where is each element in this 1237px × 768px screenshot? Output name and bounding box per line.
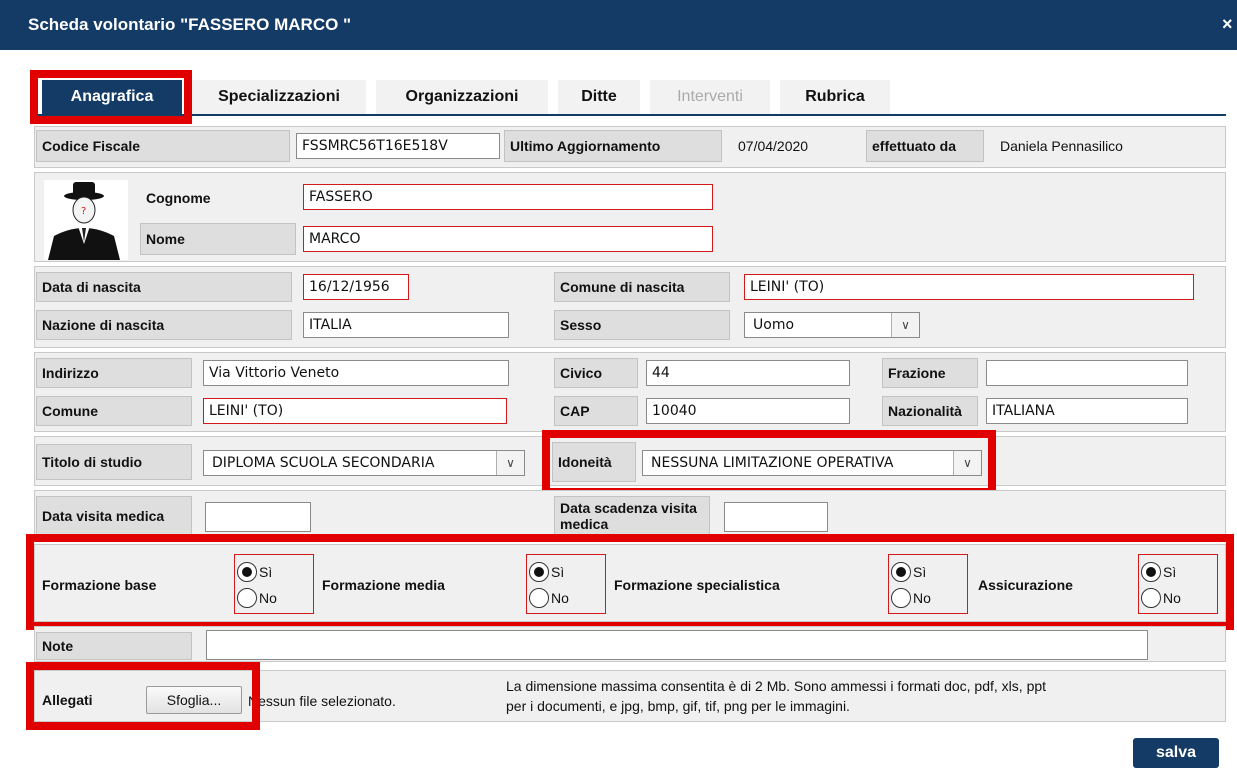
assicurazione-no[interactable]: No [1141,587,1219,609]
radio-unchecked-icon [1141,588,1161,608]
radio-checked-icon [237,562,257,582]
codice-fiscale-label: Codice Fiscale [36,130,290,162]
tab-interventi: Interventi [650,80,770,114]
formazione-base-radio-group: Sì No [234,554,314,614]
nazionalita-label: Nazionalità [882,396,978,426]
formazione-media-radio-group: Sì No [526,554,606,614]
formazione-media-yes[interactable]: Sì [529,561,607,583]
yes-label: Sì [259,564,273,580]
assicurazione-label: Assicurazione [978,577,1073,593]
nome-field[interactable]: MARCO [303,226,713,252]
attachments-info-line1: La dimensione massima consentita è di 2 … [506,678,1047,694]
file-status: Nessun file selezionato. [248,693,396,709]
assicurazione-yes[interactable]: Sì [1141,561,1219,583]
no-label: No [259,590,277,606]
radio-unchecked-icon [237,588,257,608]
nome-label: Nome [140,223,296,255]
avatar: ? [44,180,128,260]
save-button[interactable]: salva [1133,738,1219,768]
tab-ditte[interactable]: Ditte [558,80,640,114]
yes-label: Sì [913,564,927,580]
attachments-info-line2: per i documenti, e jpg, bmp, gif, tif, p… [506,698,850,714]
yes-label: Sì [1163,564,1177,580]
idoneita-value: NESSUNA LIMITAZIONE OPERATIVA [651,455,894,471]
radio-checked-icon [891,562,911,582]
effettuato-da-label: effettuato da [866,130,984,162]
ultimo-aggiornamento-value: 07/04/2020 [738,138,809,154]
indirizzo-label: Indirizzo [36,358,192,388]
no-label: No [1163,590,1181,606]
chevron-down-icon: ∨ [891,313,919,337]
sesso-select[interactable]: Uomo ∨ [744,312,920,338]
cap-field[interactable]: 10040 [646,398,850,424]
sfoglia-button[interactable]: Sfoglia... [146,686,242,714]
cap-label: CAP [554,396,638,426]
frazione-label: Frazione [882,358,978,388]
data-visita-medica-field[interactable] [205,502,311,532]
nazionalita-field[interactable]: ITALIANA [986,398,1188,424]
window-titlebar: Scheda volontario "FASSERO MARCO " × [0,0,1237,50]
idoneita-select[interactable]: NESSUNA LIMITAZIONE OPERATIVA ∨ [642,450,982,476]
data-visita-medica-label: Data visita medica [36,496,192,536]
codice-fiscale-field[interactable]: FSSMRC56T16E518V [296,133,500,159]
radio-checked-icon [529,562,549,582]
radio-unchecked-icon [891,588,911,608]
nazione-nascita-label: Nazione di nascita [36,310,292,340]
civico-label: Civico [554,358,638,388]
formazione-base-label: Formazione base [42,577,157,593]
radio-unchecked-icon [529,588,549,608]
titolo-studio-value: DIPLOMA SCUOLA SECONDARIA [212,455,435,471]
allegati-label: Allegati [42,692,93,708]
formazione-specialistica-yes[interactable]: Sì [891,561,969,583]
tab-underline [34,114,1226,116]
note-label: Note [36,632,192,660]
comune-label: Comune [36,396,192,426]
comune-nascita-field[interactable]: LEINI' (TO) [744,274,1194,300]
assicurazione-radio-group: Sì No [1138,554,1218,614]
comune-field[interactable]: LEINI' (TO) [203,398,507,424]
window-title: Scheda volontario "FASSERO MARCO " [28,15,352,34]
indirizzo-field[interactable]: Via Vittorio Veneto [203,360,509,386]
sesso-label: Sesso [554,310,730,340]
tab-anagrafica[interactable]: Anagrafica [42,80,182,114]
ultimo-aggiornamento-label: Ultimo Aggiornamento [504,130,722,162]
data-nascita-field[interactable]: 16/12/1956 [303,274,409,300]
tab-organizzazioni[interactable]: Organizzazioni [376,80,548,114]
formazione-media-no[interactable]: No [529,587,607,609]
comune-nascita-label: Comune di nascita [554,272,730,302]
formazione-base-yes[interactable]: Sì [237,561,315,583]
formazione-base-no[interactable]: No [237,587,315,609]
formazione-specialistica-no[interactable]: No [891,587,969,609]
data-scadenza-label: Data scadenza visita medica [554,496,710,536]
svg-text:?: ? [81,206,86,217]
data-scadenza-field[interactable] [724,502,828,532]
note-field[interactable] [206,630,1148,660]
civico-field[interactable]: 44 [646,360,850,386]
cognome-field[interactable]: FASSERO [303,184,713,210]
formazione-specialistica-label: Formazione specialistica [614,577,780,593]
no-label: No [913,590,931,606]
close-icon[interactable]: × [1222,14,1233,35]
sesso-value: Uomo [753,317,795,333]
idoneita-label: Idoneità [552,442,636,482]
chevron-down-icon: ∨ [953,451,981,475]
tab-specializzazioni[interactable]: Specializzazioni [192,80,366,114]
yes-label: Sì [551,564,565,580]
person-silhouette-icon: ? [44,180,128,260]
data-nascita-label: Data di nascita [36,272,292,302]
no-label: No [551,590,569,606]
formazione-media-label: Formazione media [322,577,445,593]
effettuato-da-value: Daniela Pennasilico [1000,138,1123,154]
cognome-label: Cognome [146,190,211,206]
nazione-nascita-field[interactable]: ITALIA [303,312,509,338]
titolo-studio-label: Titolo di studio [36,444,192,480]
titolo-studio-select[interactable]: DIPLOMA SCUOLA SECONDARIA ∨ [203,450,525,476]
chevron-down-icon: ∨ [496,451,524,475]
tab-rubrica[interactable]: Rubrica [780,80,890,114]
radio-checked-icon [1141,562,1161,582]
formazione-specialistica-radio-group: Sì No [888,554,968,614]
frazione-field[interactable] [986,360,1188,386]
